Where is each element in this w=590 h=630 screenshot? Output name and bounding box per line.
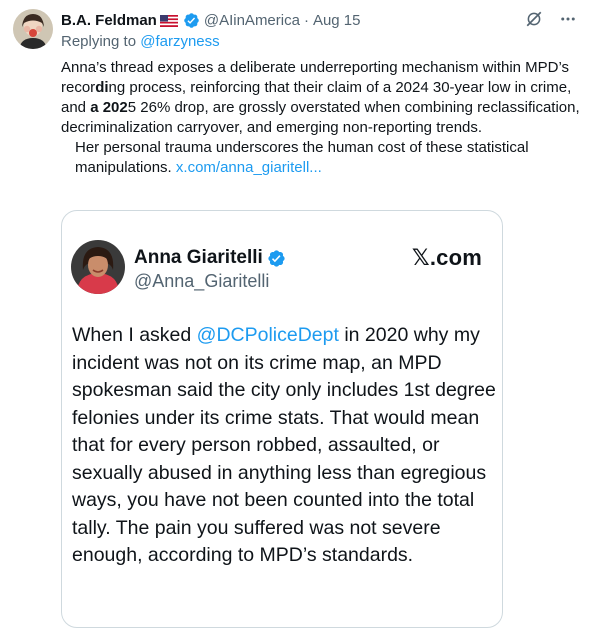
post-date[interactable]: Aug 15 [313, 12, 361, 29]
quoted-post-card[interactable]: Anna Giaritelli @Anna_Giaritelli 𝕏.com W… [61, 210, 503, 628]
header-actions [524, 9, 578, 29]
post-header: B.A. Feldman @AIinAmerica · Aug 15 [61, 9, 361, 31]
separator-dot: · [303, 11, 309, 29]
x-source-text: .com [429, 245, 482, 270]
quoted-post-text: When I asked @DCPoliceDept in 2020 why m… [72, 322, 497, 570]
author-avatar[interactable] [13, 9, 53, 49]
post-text: Anna’s thread exposes a deliberate under… [61, 58, 581, 178]
quoted-author-avatar[interactable] [71, 240, 125, 294]
post-text-bold: di [95, 79, 109, 96]
post-link[interactable]: x.com/anna_giaritell... [176, 159, 322, 176]
quoted-text-part: When I asked [72, 324, 197, 346]
replying-handle-link[interactable]: @farzyness [140, 33, 219, 50]
quoted-mention-link[interactable]: @DCPoliceDept [197, 324, 339, 346]
post-text-bold: a 202 [90, 99, 128, 116]
post-paragraph-1: Anna’s thread exposes a deliberate under… [61, 58, 581, 138]
more-icon[interactable] [558, 9, 578, 29]
us-flag-icon [159, 14, 178, 27]
author-handle[interactable]: @AIinAmerica [204, 12, 300, 29]
verified-badge-icon[interactable] [183, 12, 200, 29]
post-paragraph-2: Her personal trauma underscores the huma… [61, 138, 581, 178]
x-mark: 𝕏 [411, 246, 430, 271]
quoted-author-handle[interactable]: @Anna_Giaritelli [134, 271, 269, 292]
verified-badge-icon[interactable] [267, 249, 286, 268]
replying-to: Replying to @farzyness [61, 33, 220, 50]
quoted-author-name[interactable]: Anna Giaritelli [134, 247, 263, 269]
author-name[interactable]: B.A. Feldman [61, 12, 157, 29]
quoted-text-part: in 2020 why my incident was not on its c… [72, 324, 496, 566]
replying-prefix: Replying to [61, 33, 141, 50]
post-text-part: 5 26% drop, are grossly overstated when … [61, 99, 580, 136]
grok-icon[interactable] [524, 9, 544, 29]
x-logo-icon: 𝕏.com [412, 245, 482, 271]
quoted-author-name-row: Anna Giaritelli [134, 247, 290, 269]
